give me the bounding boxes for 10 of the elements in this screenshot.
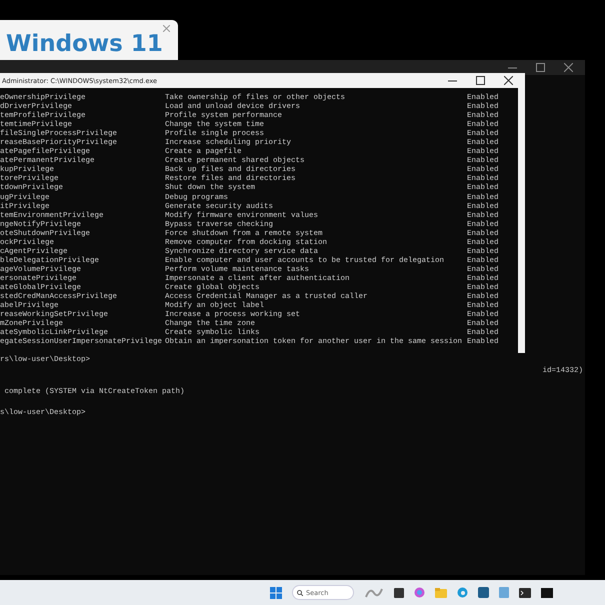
close-icon[interactable] (504, 76, 513, 85)
dialog-title: Windows 11 (6, 30, 163, 58)
maximize-icon[interactable] (476, 76, 485, 85)
terminal-icon[interactable] (519, 588, 531, 598)
terminal-icon[interactable] (541, 588, 553, 598)
close-icon[interactable] (564, 63, 573, 72)
maximize-icon[interactable] (536, 63, 545, 72)
scrollbar[interactable] (518, 88, 525, 353)
start-icon[interactable] (270, 586, 282, 598)
browser-icon[interactable] (457, 587, 468, 598)
